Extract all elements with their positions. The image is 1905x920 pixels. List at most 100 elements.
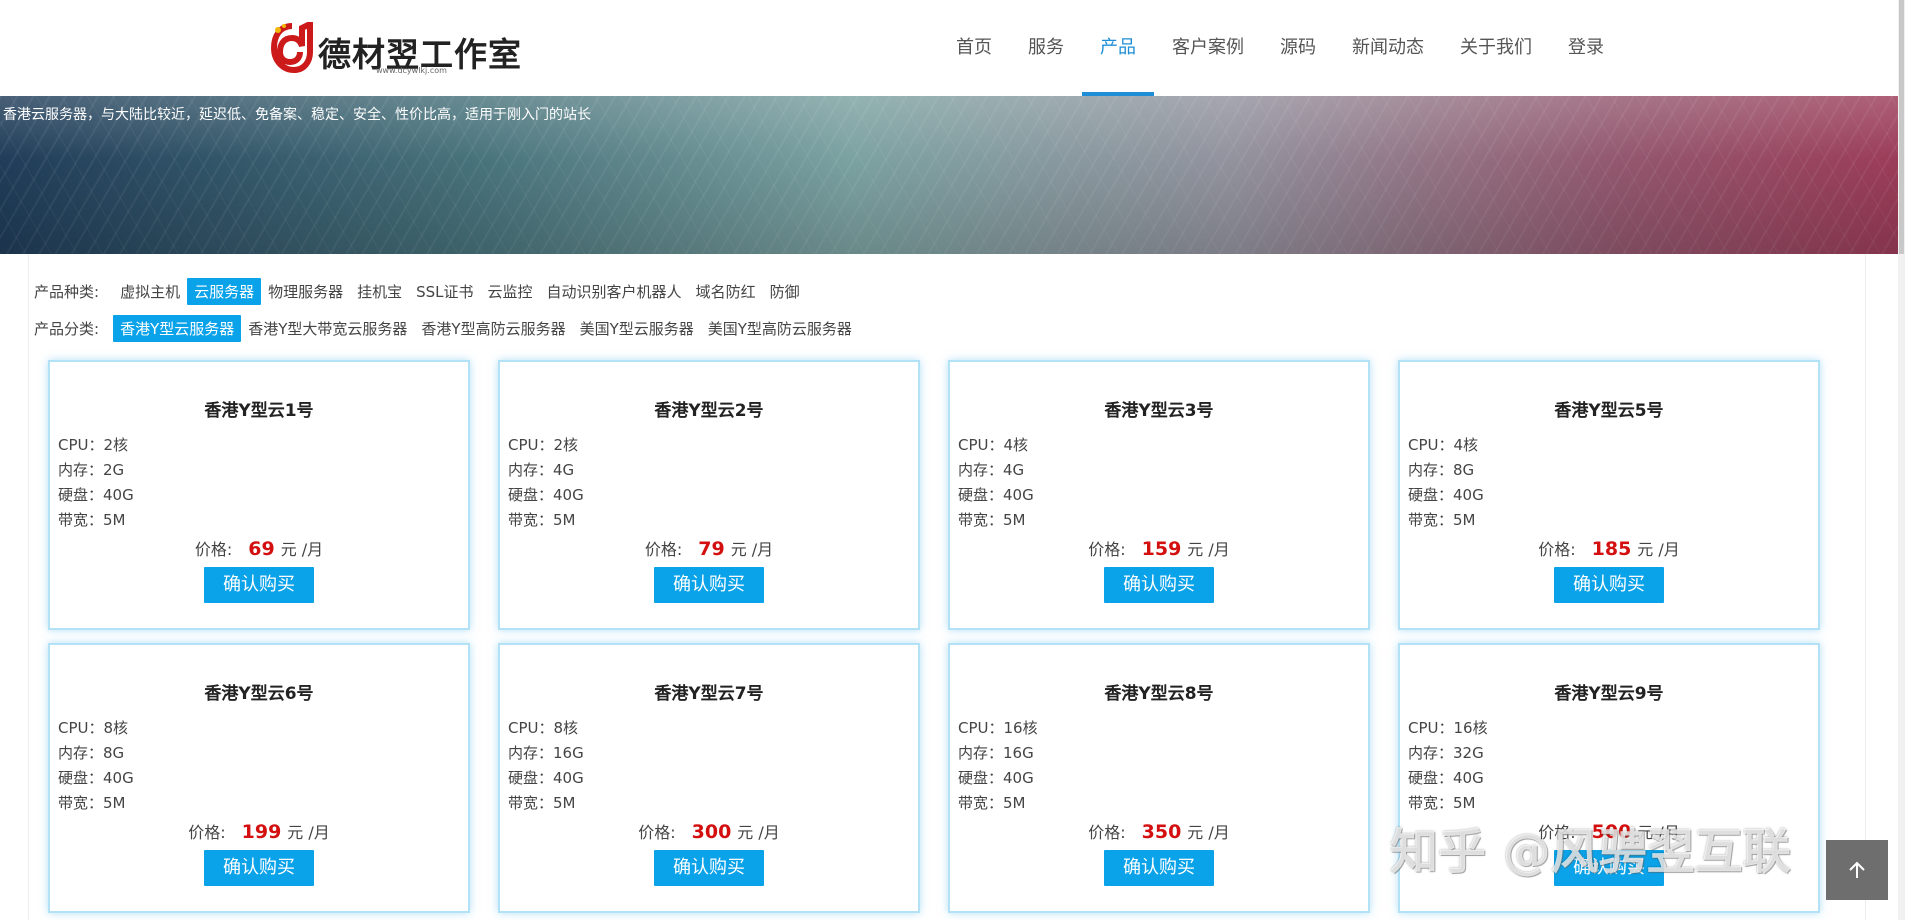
- spec-disk-value: 40G: [1003, 769, 1034, 787]
- nav-products[interactable]: 产品: [1082, 0, 1154, 96]
- spec-ram: 内存：32G: [1408, 742, 1484, 763]
- filter-type-label: 产品种类:: [34, 283, 100, 301]
- spec-cpu: CPU：8核: [58, 717, 128, 738]
- spec-disk: 硬盘：40G: [1408, 484, 1484, 505]
- spec-bandwidth-label: 带宽：: [1408, 511, 1454, 529]
- spec-bandwidth: 带宽：5M: [58, 792, 126, 813]
- spec-ram-label: 内存：: [958, 744, 1004, 762]
- filter-category-label: 产品分类:: [34, 320, 100, 338]
- filter-category-option-active[interactable]: 香港Y型云服务器: [113, 315, 242, 342]
- spec-disk-label: 硬盘：: [1408, 769, 1454, 787]
- nav-source-code[interactable]: 源码: [1262, 0, 1334, 96]
- price-value: 159: [1141, 538, 1182, 560]
- price-line: 价格: 185 元 /月: [1400, 536, 1818, 560]
- confirm-purchase-button[interactable]: 确认购买: [1104, 850, 1214, 886]
- filter-category-option[interactable]: 美国Y型高防云服务器: [701, 315, 859, 342]
- nav-home[interactable]: 首页: [938, 0, 1010, 96]
- confirm-purchase-button[interactable]: 确认购买: [1104, 567, 1214, 603]
- spec-cpu-value: 16核: [1453, 719, 1488, 737]
- spec-cpu-label: CPU：: [58, 719, 104, 737]
- logo-mark-icon: [270, 22, 313, 74]
- product-name: 香港Y型云5号: [1554, 401, 1664, 421]
- confirm-purchase-button[interactable]: 确认购买: [204, 567, 314, 603]
- product-name: 香港Y型云7号: [654, 684, 764, 704]
- confirm-purchase-button[interactable]: 确认购买: [204, 850, 314, 886]
- filter-type-option[interactable]: 挂机宝: [350, 278, 409, 305]
- price-value: 199: [241, 821, 282, 843]
- spec-ram-label: 内存：: [1408, 461, 1454, 479]
- price-line: 价格: 350 元 /月: [950, 819, 1368, 843]
- product-type-filter: 产品种类: 虚拟主机 云服务器 物理服务器 挂机宝 SSL证书 云监控 自动识别…: [34, 278, 807, 305]
- nav-login[interactable]: 登录: [1550, 0, 1622, 96]
- filter-type-option[interactable]: SSL证书: [409, 278, 480, 305]
- price-unit: 元 /月: [730, 540, 774, 559]
- product-card: 香港Y型云2号 CPU：2核 内存：4G 硬盘：40G 带宽：5M 价格: 79 元…: [498, 360, 920, 630]
- product-name: 香港Y型云6号: [204, 684, 314, 704]
- spec-ram: 内存：16G: [508, 742, 584, 763]
- price-unit: 元 /月: [280, 540, 324, 559]
- confirm-purchase-button[interactable]: 确认购买: [654, 567, 764, 603]
- spec-bandwidth-label: 带宽：: [508, 511, 554, 529]
- page-scrollbar[interactable]: [1898, 0, 1905, 920]
- spec-disk-label: 硬盘：: [958, 769, 1004, 787]
- spec-bandwidth-value: 5M: [553, 511, 576, 529]
- spec-disk-value: 40G: [103, 486, 134, 504]
- spec-bandwidth-value: 5M: [1003, 511, 1026, 529]
- filter-type-option[interactable]: 自动识别客户机器人: [540, 278, 689, 305]
- filter-category-option[interactable]: 美国Y型云服务器: [573, 315, 701, 342]
- spec-bandwidth-value: 5M: [103, 794, 126, 812]
- filter-type-option[interactable]: 虚拟主机: [113, 278, 187, 305]
- spec-cpu-label: CPU：: [58, 436, 104, 454]
- price-unit: 元 /月: [1187, 540, 1230, 559]
- spec-ram-value: 32G: [1453, 744, 1484, 762]
- price-line: 价格: 69 元 /月: [50, 536, 468, 560]
- filter-category-option[interactable]: 香港Y型大带宽云服务器: [241, 315, 414, 342]
- spec-ram-label: 内存：: [58, 461, 104, 479]
- price-value: 79: [698, 538, 725, 560]
- spec-cpu-value: 2核: [553, 436, 579, 454]
- spec-cpu-label: CPU：: [1408, 719, 1454, 737]
- price-value: 350: [1141, 821, 1182, 843]
- spec-disk: 硬盘：40G: [1408, 767, 1484, 788]
- spec-disk: 硬盘：40G: [508, 767, 584, 788]
- arrow-up-icon: [1849, 861, 1865, 878]
- spec-cpu-value: 8核: [103, 719, 129, 737]
- spec-disk: 硬盘：40G: [58, 767, 134, 788]
- filter-type-option[interactable]: 云监控: [481, 278, 540, 305]
- filter-type-option[interactable]: 域名防红: [689, 278, 763, 305]
- confirm-purchase-button[interactable]: 确认购买: [654, 850, 764, 886]
- nav-news[interactable]: 新闻动态: [1334, 0, 1442, 96]
- spec-bandwidth: 带宽：5M: [958, 509, 1026, 530]
- nav-cases[interactable]: 客户案例: [1154, 0, 1262, 96]
- filter-type-option[interactable]: 物理服务器: [261, 278, 350, 305]
- product-card: 香港Y型云8号 CPU：16核 内存：16G 硬盘：40G 带宽：5M 价格: 3…: [948, 643, 1370, 913]
- product-category-filter: 产品分类: 香港Y型云服务器 香港Y型大带宽云服务器 香港Y型高防云服务器 美国…: [34, 315, 859, 342]
- spec-ram-value: 2G: [103, 461, 125, 479]
- spec-ram: 内存：4G: [508, 459, 574, 480]
- filter-type-option-active[interactable]: 云服务器: [187, 278, 262, 305]
- price-label: 价格:: [644, 540, 683, 559]
- spec-cpu-value: 8核: [553, 719, 579, 737]
- spec-cpu: CPU：4核: [1408, 434, 1478, 455]
- price-line: 价格: 199 元 /月: [50, 819, 468, 843]
- nav-about[interactable]: 关于我们: [1442, 0, 1550, 96]
- spec-bandwidth-value: 5M: [103, 511, 126, 529]
- spec-cpu: CPU：8核: [508, 717, 578, 738]
- product-card: 香港Y型云7号 CPU：8核 内存：16G 硬盘：40G 带宽：5M 价格: 30…: [498, 643, 920, 913]
- price-label: 价格:: [1538, 540, 1576, 559]
- filter-category-option[interactable]: 香港Y型高防云服务器: [414, 315, 572, 342]
- price-line: 价格: 300 元 /月: [500, 819, 918, 843]
- spec-bandwidth-value: 5M: [1453, 511, 1476, 529]
- nav-services[interactable]: 服务: [1010, 0, 1082, 96]
- confirm-purchase-button[interactable]: 确认购买: [1554, 567, 1664, 603]
- product-name: 香港Y型云9号: [1554, 684, 1664, 704]
- product-name: 香港Y型云3号: [1104, 401, 1214, 421]
- spec-cpu-label: CPU：: [508, 719, 554, 737]
- spec-ram-value: 16G: [553, 744, 584, 762]
- filter-type-option[interactable]: 防御: [763, 278, 807, 305]
- site-logo[interactable]: 德材翌工作室 www.dcywlkj.com: [270, 22, 521, 78]
- spec-ram-label: 内存：: [1408, 744, 1454, 762]
- scrollbar-thumb[interactable]: [1899, 0, 1904, 254]
- back-to-top-button[interactable]: [1826, 840, 1888, 900]
- spec-bandwidth: 带宽：5M: [958, 792, 1026, 813]
